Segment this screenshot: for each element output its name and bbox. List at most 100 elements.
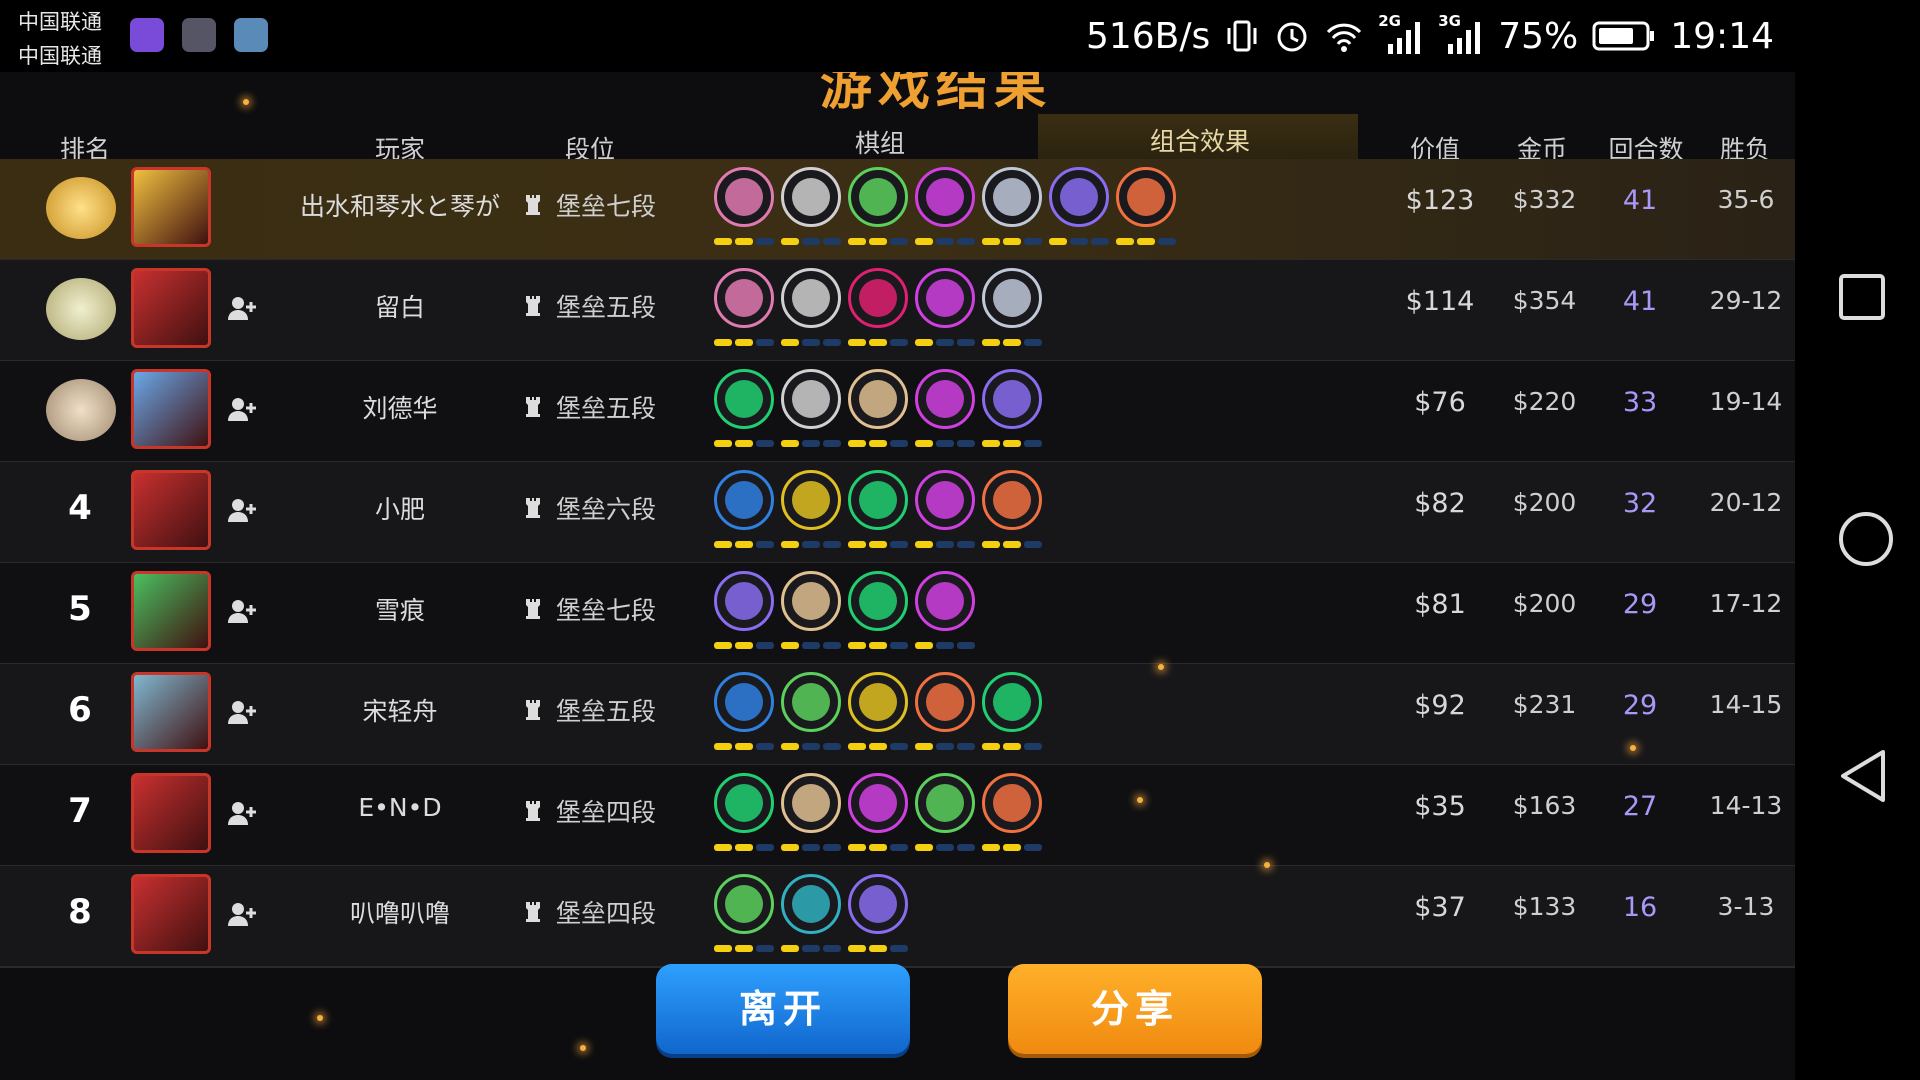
table-row[interactable]: 7 E•N•D 堡垒四段 $35 $163 27 14-13 [0,765,1795,867]
avatar[interactable] [131,672,211,752]
synergy-level-bar [1091,238,1109,245]
table-row[interactable]: 8 叭噜叭噜 堡垒四段 $37 $133 16 3-13 [0,866,1795,968]
leaf-icon[interactable] [982,470,1042,530]
synergy-level-bar [802,541,820,548]
wifi-icon [1327,23,1362,52]
rounds-cell: 29 [1622,589,1658,620]
axe-icon[interactable] [848,369,908,429]
synergy-level-bar [982,743,1000,750]
paw-icon[interactable] [982,672,1042,732]
claw-icon[interactable] [781,470,841,530]
player-name: 叭噜叭噜 [349,899,450,928]
book-icon[interactable] [848,874,908,934]
record-cell: 35-6 [1717,185,1775,214]
add-friend-icon[interactable] [226,395,258,423]
book-icon[interactable] [1049,167,1109,227]
helmet-icon[interactable] [781,369,841,429]
demon-icon[interactable] [915,571,975,631]
rank-number: 8 [68,892,92,932]
clover-icon[interactable] [714,874,774,934]
synergy-level-bar [936,440,954,447]
leave-button[interactable]: 离开 [656,964,910,1054]
paw-cluster-icon[interactable] [982,167,1042,227]
demon-icon[interactable] [915,470,975,530]
feather-icon[interactable] [714,470,774,530]
rook-icon [526,195,540,215]
share-button[interactable]: 分享 [1008,964,1262,1054]
helmet-icon[interactable] [781,268,841,328]
avatar[interactable] [131,470,211,550]
paw-icon[interactable] [848,470,908,530]
sparkle [1630,745,1636,751]
paw-icon[interactable] [714,773,774,833]
add-friend-icon[interactable] [226,496,258,524]
record-cell: 20-12 [1709,488,1783,517]
table-row[interactable]: 留白 堡垒五段 $114 $354 41 29-12 [0,260,1795,362]
tier-label: 堡垒六段 [556,495,657,524]
avatar[interactable] [131,874,211,954]
add-friend-icon[interactable] [226,698,258,726]
synergy-level-bar [735,945,753,952]
home-icon[interactable] [1837,510,1895,568]
horse-icon[interactable] [714,268,774,328]
viking-icon[interactable] [1116,167,1176,227]
fishbone-icon[interactable] [982,369,1042,429]
rook-icon [526,397,540,417]
synergy-level-bar [802,642,820,649]
bow-icon[interactable] [848,167,908,227]
leaf-icon[interactable] [915,672,975,732]
synergy-level-bar [915,642,933,649]
helmet-icon[interactable] [781,167,841,227]
axe-icon[interactable] [781,571,841,631]
fishbone-icon[interactable] [714,571,774,631]
table-row[interactable]: 刘德华 堡垒五段 $76 $220 33 19-14 [0,361,1795,463]
synergy-level-bar [823,238,841,245]
synergy-level-bar [869,743,887,750]
dragon-icon[interactable] [848,268,908,328]
table-row[interactable]: 5 雪痕 堡垒七段 $81 $200 29 17-12 [0,563,1795,665]
gold-cell: $332 [1512,185,1577,214]
table-row[interactable]: 出水和琴水と琴が 堡垒七段 $123 $332 41 35-6 [0,159,1795,261]
synergy-level-bar [982,844,1000,851]
add-friend-icon[interactable] [226,900,258,928]
demon-icon[interactable] [915,167,975,227]
paw-icon[interactable] [714,369,774,429]
table-row[interactable]: 4 小肥 堡垒六段 $82 $200 32 20-12 [0,462,1795,564]
add-friend-icon[interactable] [226,799,258,827]
demon-icon[interactable] [915,369,975,429]
synergy-level-bar [802,238,820,245]
add-friend-icon[interactable] [226,597,258,625]
feather-icon[interactable] [714,672,774,732]
bow-icon[interactable] [781,672,841,732]
demon-icon[interactable] [848,773,908,833]
paw-icon[interactable] [848,571,908,631]
demon-icon[interactable] [915,268,975,328]
viking-icon[interactable] [982,773,1042,833]
spirit-icon[interactable] [781,874,841,934]
table-row[interactable]: 6 宋轻舟 堡垒五段 $92 $231 29 14-15 [0,664,1795,766]
tier: 堡垒五段 [524,389,656,425]
avatar[interactable] [131,268,211,348]
gold-cell: $163 [1512,791,1577,820]
synergy-level-bar [714,238,732,245]
back-icon[interactable] [1837,748,1889,804]
bow-icon[interactable] [915,773,975,833]
synergy-level-bar [848,945,866,952]
synergy-level-bar [848,743,866,750]
claw-icon[interactable] [848,672,908,732]
bronze-medal-icon [46,379,116,441]
synergy-level-bar [1049,238,1067,245]
avatar[interactable] [131,369,211,449]
avatar[interactable] [131,167,211,247]
add-friend-icon[interactable] [226,294,258,322]
silver-medal-icon [46,278,116,340]
tier-label: 堡垒五段 [556,293,657,322]
paw-cluster-icon[interactable] [982,268,1042,328]
horse-icon[interactable] [714,167,774,227]
axe-icon[interactable] [781,773,841,833]
avatar[interactable] [131,773,211,853]
synergy-level-bar [735,642,753,649]
recent-apps-icon[interactable] [1837,272,1887,322]
synergy-level-bar [1003,541,1021,548]
avatar[interactable] [131,571,211,651]
